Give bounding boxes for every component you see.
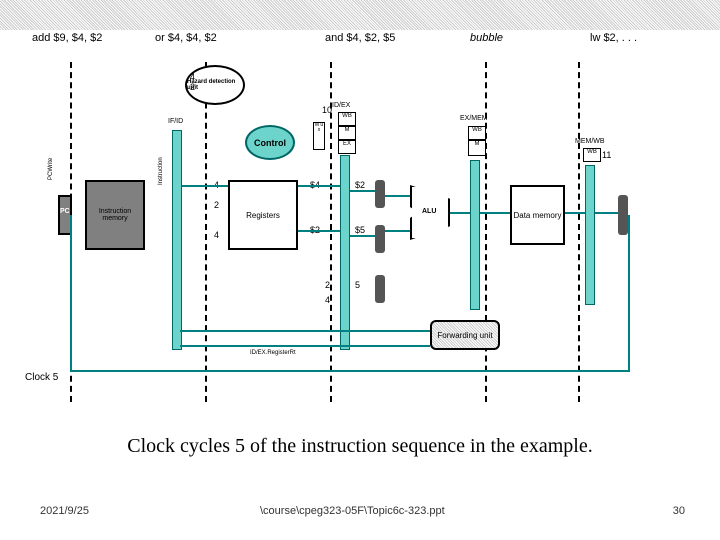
instruction-label: Instruction xyxy=(158,157,164,185)
eleven-label: 11 xyxy=(602,150,611,160)
idex-wb-box: WB xyxy=(338,112,356,126)
if-id-label: IF/ID xyxy=(168,118,183,125)
stage1-label: add $9, $4, $2 xyxy=(32,32,102,44)
wire-reg-idex-a xyxy=(298,185,340,187)
control-oval: Control xyxy=(245,125,295,160)
pc-label: PC xyxy=(60,208,70,215)
ex-mem-label: EX/MEM xyxy=(460,115,488,122)
pipeline-diagram: add $9, $4, $2 or $4, $4, $2 and $4, $2,… xyxy=(30,30,690,410)
wire-alu-a xyxy=(385,195,410,197)
forwarding-unit: Forwarding unit xyxy=(430,320,500,350)
wire-rt-fwd xyxy=(180,330,430,332)
rd-5: 5 xyxy=(355,280,360,290)
wire-pc-loop xyxy=(70,215,72,370)
exmem-wb-box: WB xyxy=(468,126,486,140)
alu-b-val: $5 xyxy=(355,225,365,235)
reg-dst-mux xyxy=(375,275,385,303)
stage2-label: or $4, $4, $2 xyxy=(155,32,217,44)
wire-mux-b xyxy=(350,235,375,237)
bus-bottom xyxy=(70,370,630,372)
control-mux: M u x xyxy=(313,122,325,150)
wire-mux-a xyxy=(350,190,375,192)
stage5-label: lw $2, . . . xyxy=(590,32,637,44)
pcwrite-label: PCWrite xyxy=(48,158,54,180)
rd-2: 2 xyxy=(325,280,330,290)
wire-to-dmem xyxy=(480,212,510,214)
slide-caption: Clock cycles 5 of the instruction sequen… xyxy=(0,435,720,458)
hazard-rt: 2 xyxy=(190,82,195,92)
exmem-m-box: M xyxy=(468,140,486,156)
regport-rd: 4 xyxy=(214,230,219,240)
stage3-label: and $4, $2, $5 xyxy=(325,32,395,44)
imem-label: Instruction memory xyxy=(87,208,143,222)
dash-4 xyxy=(485,62,487,402)
alu-input-mux-a xyxy=(375,180,385,208)
idex-regrt-label: ID/EX.RegisterRt xyxy=(250,350,296,356)
wire-if-reg xyxy=(182,185,228,187)
alu-input-mux-b xyxy=(375,225,385,253)
mem-wb-label: MEM/WB xyxy=(575,138,605,145)
stage4-label: bubble xyxy=(470,32,503,44)
wire-dmem-out xyxy=(565,212,585,214)
slide-top-bar xyxy=(0,0,720,30)
hazard-rs: 4 xyxy=(190,72,195,82)
footer-page: 30 xyxy=(673,505,685,517)
wire-reg-idex-b xyxy=(298,230,340,232)
footer-path: \course\cpeg323-05F\Topic6c-323.ppt xyxy=(260,505,445,517)
if-id-register xyxy=(172,130,182,350)
ten-label: 10 xyxy=(322,105,332,115)
dash-5 xyxy=(578,62,580,402)
clock-label: Clock 5 xyxy=(25,372,58,383)
wire-to-wbmux xyxy=(595,212,618,214)
wb-mux xyxy=(618,195,628,235)
footer-date: 2021/9/25 xyxy=(40,505,89,517)
wire-rd-fwd xyxy=(180,345,430,347)
dash-2 xyxy=(205,62,207,402)
mem-wb-register xyxy=(585,165,595,305)
alu-label: ALU xyxy=(422,208,436,215)
memwb-wb-box: WB xyxy=(583,148,601,162)
wire-wb-down xyxy=(628,215,630,370)
id-ex-label: ID/EX xyxy=(332,102,350,109)
idex-ex-box: EX xyxy=(338,140,356,154)
instruction-memory: Instruction memory xyxy=(85,180,145,250)
wire-alu-b xyxy=(385,230,410,232)
wire-alu-out xyxy=(450,212,470,214)
regport-rt: 2 xyxy=(214,200,219,210)
registers-block: Registers xyxy=(228,180,298,250)
alu-a-val: $2 xyxy=(355,180,365,190)
data-memory: Data memory xyxy=(510,185,565,245)
rd-4: 4 xyxy=(325,295,330,305)
idex-m-box: M xyxy=(338,126,356,140)
ex-mem-register xyxy=(470,160,480,310)
id-ex-register xyxy=(340,155,350,350)
